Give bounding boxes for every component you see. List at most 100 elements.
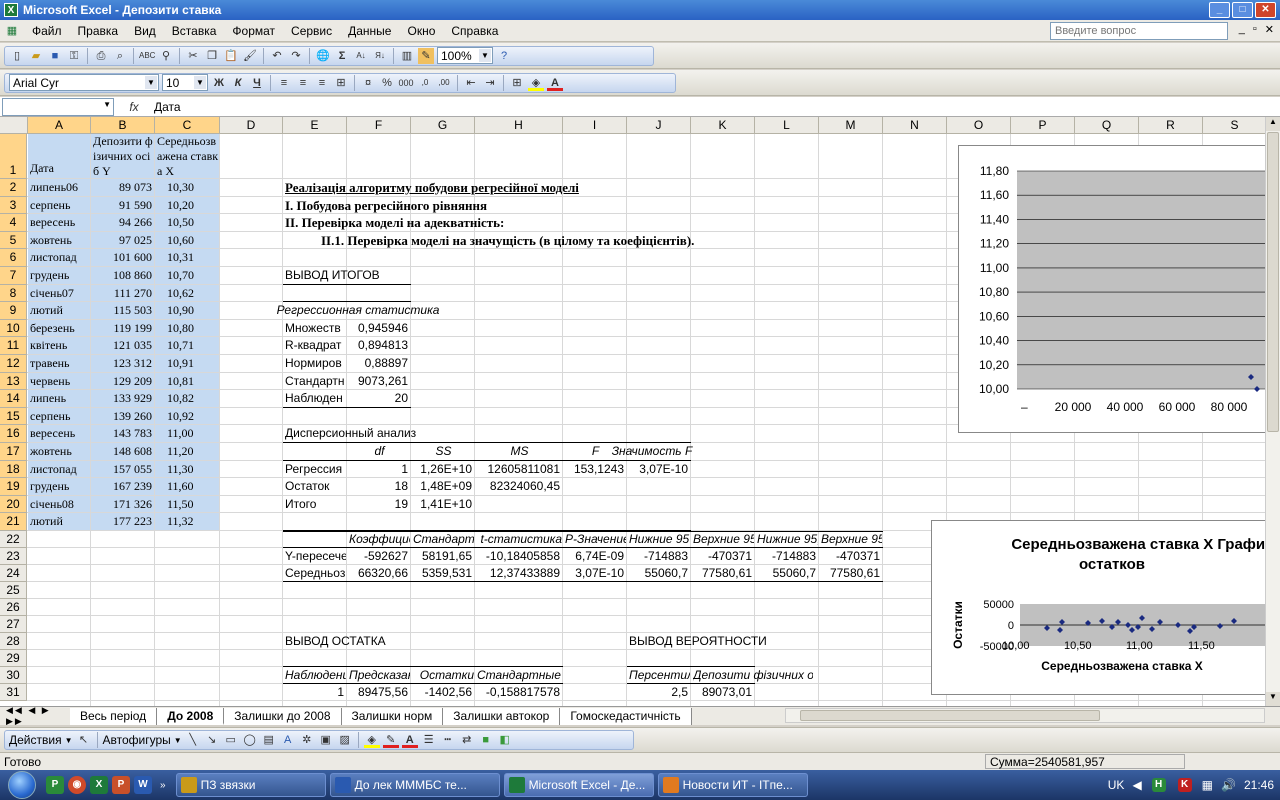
anova-ms[interactable]: 12605811081 — [477, 461, 562, 479]
rectangle-icon[interactable]: ▭ — [223, 732, 239, 748]
new-file-icon[interactable]: ▯ — [9, 48, 25, 64]
anova-row-label[interactable]: Регрессия — [285, 461, 346, 479]
row-header-7[interactable]: 7 — [0, 267, 27, 285]
anova-row-label[interactable]: Остаток — [285, 478, 346, 496]
column-header-I[interactable]: I — [563, 117, 627, 134]
redo-icon[interactable]: ↷ — [288, 48, 304, 64]
header-date[interactable]: Дата — [30, 134, 90, 179]
coef-value[interactable]: 55060,7 — [757, 565, 818, 582]
fill-color-icon[interactable]: ◈ — [528, 75, 544, 91]
cell-date[interactable]: листопад — [30, 249, 90, 267]
tray-arrow-icon[interactable]: ◀ — [1132, 778, 1141, 792]
language-indicator[interactable]: UK — [1108, 778, 1125, 792]
drawing-icon[interactable]: ✎ — [418, 47, 434, 64]
probability-col-header[interactable]: Депозити фізичних осіб Y — [693, 667, 813, 684]
autosum-icon[interactable]: Σ — [334, 48, 350, 64]
copy-icon[interactable]: ❐ — [204, 48, 220, 64]
row-header-19[interactable]: 19 — [0, 478, 27, 496]
row-header-12[interactable]: 12 — [0, 355, 27, 373]
cell-deposit[interactable]: 171 326 — [93, 496, 154, 514]
coef-value[interactable]: 66320,66 — [349, 565, 410, 582]
column-header-R[interactable]: R — [1139, 117, 1203, 134]
cell-rate[interactable]: 10,70 — [157, 267, 219, 285]
anova-f[interactable]: 153,1243 — [565, 461, 626, 479]
cell-date[interactable]: липень06 — [30, 179, 90, 197]
column-header-F[interactable]: F — [347, 117, 411, 134]
column-header-G[interactable]: G — [411, 117, 475, 134]
cell-rate[interactable]: 10,20 — [157, 197, 219, 215]
cell-rate[interactable]: 11,00 — [157, 425, 219, 443]
menu-8[interactable]: Справка — [443, 24, 506, 38]
row-header-23[interactable]: 23 — [0, 548, 27, 565]
column-header-Q[interactable]: Q — [1075, 117, 1139, 134]
menu-2[interactable]: Вид — [126, 24, 164, 38]
excel-quicklaunch-icon[interactable]: X — [90, 776, 108, 794]
row-header-9[interactable]: 9 — [0, 302, 27, 320]
coef-value[interactable]: 58191,65 — [413, 548, 474, 565]
cell-rate[interactable]: 10,90 — [157, 302, 219, 320]
cell-date[interactable]: жовтень — [30, 232, 90, 250]
doc-close-icon[interactable]: ✕ — [1265, 23, 1274, 36]
font-name-select[interactable]: Arial Cyr ▼ — [9, 74, 159, 91]
doc-restore-icon[interactable]: ▫ — [1253, 23, 1257, 36]
row-header-28[interactable]: 28 — [0, 633, 27, 650]
cell-rate[interactable]: 10,92 — [157, 408, 219, 426]
column-header-M[interactable]: M — [819, 117, 883, 134]
font-size-select[interactable]: 10 ▼ — [162, 74, 208, 91]
chrome-quicklaunch-icon[interactable]: ◉ — [68, 776, 86, 794]
header-rate[interactable]: Середньозважена ставка X — [157, 134, 219, 179]
sheet-tab-0[interactable]: Весь період — [70, 707, 158, 725]
column-header-L[interactable]: L — [755, 117, 819, 134]
merge-center-icon[interactable]: ⊞ — [333, 75, 349, 91]
sheet-tab-2[interactable]: Залишки до 2008 — [224, 707, 342, 725]
row-header-17[interactable]: 17 — [0, 443, 27, 461]
currency-icon[interactable]: ¤ — [360, 75, 376, 91]
spelling-icon[interactable]: ABC — [139, 48, 155, 64]
line-icon[interactable]: ╲ — [185, 732, 201, 748]
anova-df[interactable]: 1 — [349, 461, 410, 479]
cell-date[interactable]: листопад — [30, 461, 90, 479]
volume-icon[interactable]: 🔊 — [1221, 778, 1236, 792]
dash-style-icon[interactable]: ┅ — [440, 732, 456, 748]
project-quicklaunch-icon[interactable]: P — [46, 776, 64, 794]
ask-question-input[interactable]: Введите вопрос — [1050, 22, 1228, 40]
save-icon[interactable]: ■ — [47, 48, 63, 64]
doc-minimize-icon[interactable]: _ — [1239, 23, 1245, 36]
probability-title[interactable]: ВЫВОД ВЕРОЯТНОСТИ — [629, 633, 809, 650]
stat-label[interactable]: Наблюден — [285, 390, 346, 408]
cell-deposit[interactable]: 129 209 — [93, 373, 154, 391]
column-header-C[interactable]: C — [155, 117, 220, 134]
row-header-3[interactable]: 3 — [0, 196, 27, 215]
powerpoint-quicklaunch-icon[interactable]: P — [112, 776, 130, 794]
column-header-S[interactable]: S — [1203, 117, 1265, 134]
close-button[interactable]: ✕ — [1255, 2, 1276, 18]
cell-date[interactable]: грудень — [30, 478, 90, 496]
cell-date[interactable]: лютий — [30, 513, 90, 531]
anova-ss[interactable]: 1,26E+10 — [413, 461, 474, 479]
cell-date[interactable]: серпень — [30, 197, 90, 215]
coef-value[interactable]: -592627 — [349, 548, 410, 565]
row-header-10[interactable]: 10 — [0, 319, 27, 338]
coef-col-header[interactable]: Нижние 95% — [629, 531, 690, 548]
cell-deposit[interactable]: 111 270 — [93, 285, 154, 303]
increase-indent-icon[interactable]: ⇥ — [482, 75, 498, 91]
menu-5[interactable]: Сервис — [283, 24, 340, 38]
coef-value[interactable]: 77580,61 — [693, 565, 754, 582]
cell-deposit[interactable]: 121 035 — [93, 337, 154, 355]
anova-col-header[interactable]: SS — [413, 443, 474, 461]
heading-1[interactable]: Реалізація алгоритму побудови регресійно… — [285, 179, 885, 197]
cell-rate[interactable]: 10,82 — [157, 390, 219, 408]
cell-rate[interactable]: 11,20 — [157, 443, 219, 461]
cell-date[interactable]: червень — [30, 373, 90, 391]
hyperlink-icon[interactable]: 🌐 — [315, 48, 331, 64]
font-color-draw-icon[interactable]: A — [401, 732, 418, 748]
stat-value[interactable]: 0,894813 — [349, 337, 410, 355]
print-icon[interactable]: ⎙ — [93, 48, 109, 64]
row-header-18[interactable]: 18 — [0, 460, 27, 479]
row-header-20[interactable]: 20 — [0, 495, 27, 514]
decrease-decimal-icon[interactable]: ,00 — [436, 75, 452, 91]
network-icon[interactable]: ▦ — [1202, 778, 1213, 792]
sort-ascending-icon[interactable]: A↓ — [353, 48, 369, 64]
cell-date[interactable]: липень — [30, 390, 90, 408]
word-quicklaunch-icon[interactable]: W — [134, 776, 152, 794]
